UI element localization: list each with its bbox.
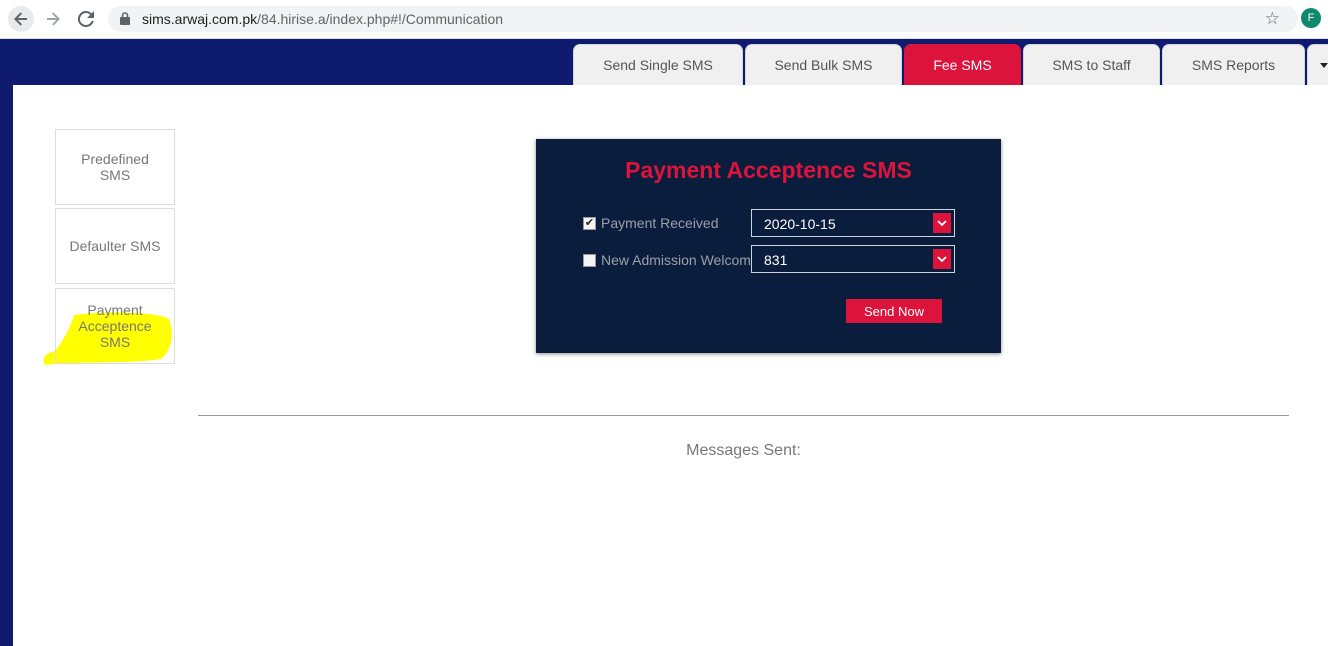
chevron-down-icon xyxy=(933,249,951,269)
address-bar[interactable]: sims.arwaj.com.pk/84.hirise.a/index.php#… xyxy=(108,6,1298,32)
admission-select[interactable]: 831 xyxy=(751,245,955,273)
tab-sms-reports[interactable]: SMS Reports xyxy=(1162,44,1305,85)
sidebar-item-predefined-sms[interactable]: Predefined SMS xyxy=(55,129,175,205)
messages-sent-label: Messages Sent: xyxy=(686,442,801,459)
forward-arrow-icon xyxy=(47,12,60,26)
section-divider xyxy=(198,415,1289,416)
back-arrow-icon xyxy=(14,12,27,26)
panel-title: Payment Acceptence SMS xyxy=(625,157,912,183)
new-admission-label: New Admission Welcome xyxy=(601,252,759,268)
admission-value: 831 xyxy=(764,252,788,268)
sidebar-item-payment-acceptence-sms[interactable]: Payment Acceptence SMS xyxy=(55,288,175,364)
new-admission-checkbox[interactable] xyxy=(583,253,596,267)
sidebar-item-label: Payment Acceptence SMS xyxy=(78,302,152,350)
profile-avatar[interactable]: F xyxy=(1301,8,1321,28)
payment-received-row: ✔ Payment Received xyxy=(583,215,719,231)
tab-sms-to-staff[interactable]: SMS to Staff xyxy=(1023,44,1160,85)
bookmark-star-icon[interactable]: ☆ xyxy=(1265,9,1280,29)
url-text: sims.arwaj.com.pk/84.hirise.a/index.php#… xyxy=(142,11,503,27)
sidebar-item-defaulter-sms[interactable]: Defaulter SMS xyxy=(55,208,175,284)
payment-acceptence-panel: Payment Acceptence SMS ✔ Payment Receive… xyxy=(536,139,1001,353)
forward-button[interactable] xyxy=(40,6,66,32)
reload-icon xyxy=(78,11,94,27)
url-host: sims.arwaj.com.pk xyxy=(142,11,258,27)
tab-fee-sms[interactable]: Fee SMS xyxy=(904,44,1021,85)
payment-received-checkbox[interactable]: ✔ xyxy=(583,216,596,230)
reload-button[interactable] xyxy=(73,6,99,32)
tab-send-bulk-sms[interactable]: Send Bulk SMS xyxy=(745,44,902,85)
caret-down-icon xyxy=(1320,62,1328,68)
payment-date-select[interactable]: 2020-10-15 xyxy=(751,209,955,237)
lock-icon xyxy=(120,12,130,25)
tab-send-single-sms[interactable]: Send Single SMS xyxy=(573,44,743,85)
sms-tabs: Send Single SMS Send Bulk SMS Fee SMS SM… xyxy=(573,44,1328,85)
chevron-down-icon xyxy=(933,213,951,233)
sidebar-item-label: Predefined SMS xyxy=(81,151,149,183)
send-now-button[interactable]: Send Now xyxy=(846,299,942,323)
url-path: /84.hirise.a/index.php#!/Communication xyxy=(257,11,504,27)
payment-received-label: Payment Received xyxy=(601,215,719,231)
new-admission-row: New Admission Welcome xyxy=(583,252,759,268)
tabs-more-dropdown[interactable] xyxy=(1307,44,1328,85)
app-page: Send Single SMS Send Bulk SMS Fee SMS SM… xyxy=(0,39,1328,646)
back-button[interactable] xyxy=(8,6,34,32)
sidebar-item-label: Defaulter SMS xyxy=(69,238,161,254)
browser-toolbar: sims.arwaj.com.pk/84.hirise.a/index.php#… xyxy=(0,0,1328,39)
main-content: Predefined SMS Defaulter SMS Payment Acc… xyxy=(13,85,1328,646)
payment-date-value: 2020-10-15 xyxy=(764,216,836,232)
